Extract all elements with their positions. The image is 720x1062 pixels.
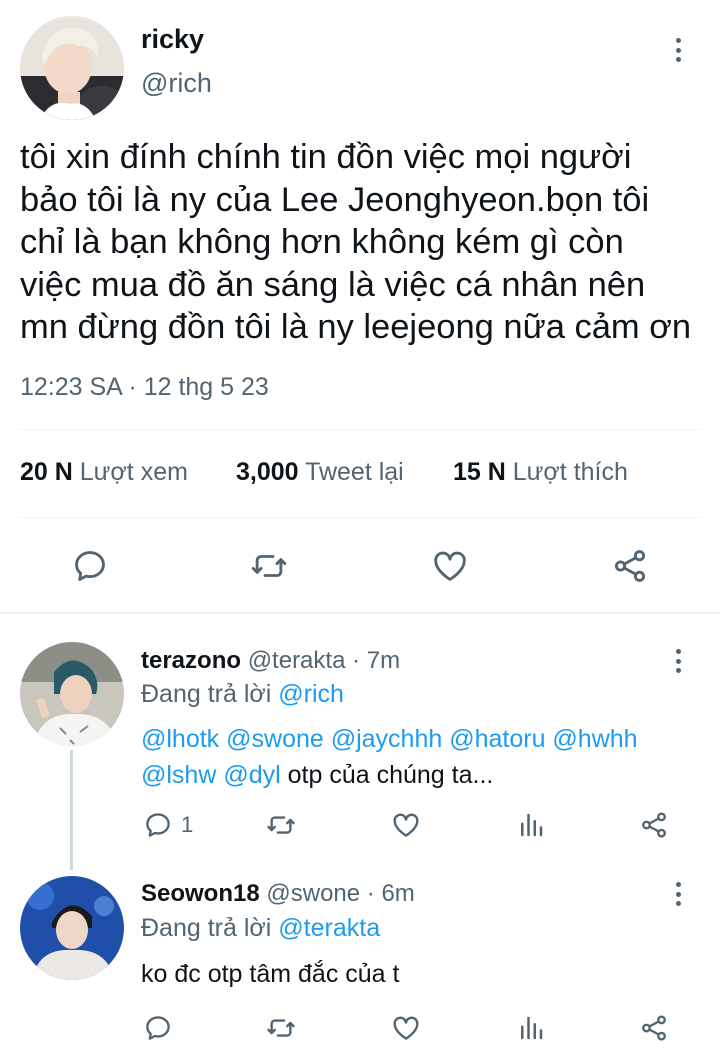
retweet-icon	[251, 555, 287, 577]
avatar[interactable]	[20, 876, 124, 980]
likes-count: 15 N	[453, 458, 506, 486]
views-stat[interactable]: 20 N Lượt xem	[20, 458, 188, 487]
replying-prefix: Đang trả lời	[141, 914, 272, 942]
more-options-icon[interactable]	[666, 879, 690, 909]
reply-text-content: otp của chúng ta...	[280, 761, 494, 789]
tweet-text-line: chỉ là bạn không hơn không kém gì còn	[20, 223, 624, 261]
views-label: Lượt xem	[79, 458, 188, 486]
views-count: 20 N	[20, 458, 73, 486]
likes-stat[interactable]: 15 N Lượt thích	[453, 458, 628, 487]
replying-to-link[interactable]: @terakta	[278, 914, 380, 942]
share-icon	[642, 812, 666, 838]
divider	[20, 517, 700, 518]
retweet-button[interactable]	[265, 1013, 297, 1043]
author-name[interactable]: ricky	[141, 24, 204, 55]
main-tweet: ricky @rich tôi xin đính chính tin đồn v…	[0, 0, 720, 614]
reply-handle-time[interactable]: @terakta · 7m	[248, 647, 400, 674]
reply-button[interactable]	[71, 547, 109, 585]
reply-text: ko đc otp tâm đắc của t	[141, 960, 400, 988]
mention-links[interactable]: @lshw @dyl	[141, 761, 281, 789]
retweets-stat[interactable]: 3,000 Tweet lại	[236, 458, 404, 487]
share-button[interactable]	[610, 547, 650, 585]
replying-to-link[interactable]: @rich	[278, 680, 344, 708]
more-options-icon[interactable]	[666, 35, 690, 65]
reply-icon	[146, 813, 170, 837]
share-icon	[614, 550, 646, 582]
retweet-button[interactable]	[249, 547, 289, 585]
replying-to: Đang trả lời @terakta	[141, 914, 380, 943]
heart-icon	[393, 1016, 419, 1040]
reply-author-name[interactable]: Seowon18	[141, 880, 260, 907]
share-icon	[642, 1015, 666, 1041]
section-separator	[0, 612, 720, 614]
retweet-icon	[267, 1019, 295, 1037]
reply-header: Seowon18 @swone · 6m	[141, 880, 415, 908]
like-button[interactable]	[390, 810, 422, 840]
reply-author-name[interactable]: terazono	[141, 647, 241, 674]
mention-links[interactable]: @lhotk @swone @jaychhh @hatoru @hwhh	[141, 721, 638, 757]
tweet-timestamp[interactable]: 12:23 SA · 12 thg 5 23	[20, 373, 269, 402]
analytics-icon	[521, 813, 543, 837]
tweet-text-line: tôi xin đính chính tin đồn việc mọi ngườ…	[20, 138, 632, 176]
reply-count: 1	[181, 812, 194, 837]
heart-icon	[434, 551, 466, 581]
reply-button[interactable]	[143, 1013, 173, 1043]
replying-to: Đang trả lời @rich	[141, 680, 344, 709]
divider	[20, 429, 700, 430]
retweet-icon	[267, 816, 295, 834]
thread-line	[70, 750, 73, 870]
reply-icon	[75, 551, 105, 581]
replying-prefix: Đang trả lời	[141, 680, 272, 708]
avatar[interactable]	[20, 16, 124, 120]
like-button[interactable]	[430, 547, 470, 585]
author-handle[interactable]: @rich	[141, 68, 212, 99]
reply-header: terazono @terakta · 7m	[141, 647, 400, 675]
analytics-button[interactable]	[516, 1013, 546, 1043]
reply-icon	[146, 1016, 170, 1040]
tweet-text: tôi xin đính chính tin đồn việc mọi ngườ…	[20, 136, 720, 349]
avatar[interactable]	[20, 642, 124, 746]
retweets-count: 3,000	[236, 458, 299, 486]
reply-button[interactable]: 1	[143, 810, 193, 840]
reply-text: @lhotk @swone @jaychhh @hatoru @hwhh @ls…	[141, 721, 638, 793]
share-button[interactable]	[638, 1013, 670, 1043]
retweets-label: Tweet lại	[305, 458, 404, 486]
heart-icon	[393, 813, 419, 837]
tweet-text-line: mn đừng đồn tôi là ny leejeong nữa cảm ơ…	[20, 308, 692, 346]
like-button[interactable]	[390, 1013, 422, 1043]
reply-handle-time[interactable]: @swone · 6m	[266, 880, 414, 907]
analytics-icon	[521, 1016, 543, 1040]
analytics-button[interactable]	[516, 810, 546, 840]
share-button[interactable]	[638, 810, 670, 840]
tweet-text-line: bảo tôi là ny của Lee Jeonghyeon.bọn tôi	[20, 180, 650, 219]
more-options-icon[interactable]	[666, 646, 690, 676]
tweet-text-line: việc mua đồ ăn sáng là việc cá nhân nên	[20, 265, 646, 304]
likes-label: Lượt thích	[512, 458, 628, 486]
retweet-button[interactable]	[265, 810, 297, 840]
